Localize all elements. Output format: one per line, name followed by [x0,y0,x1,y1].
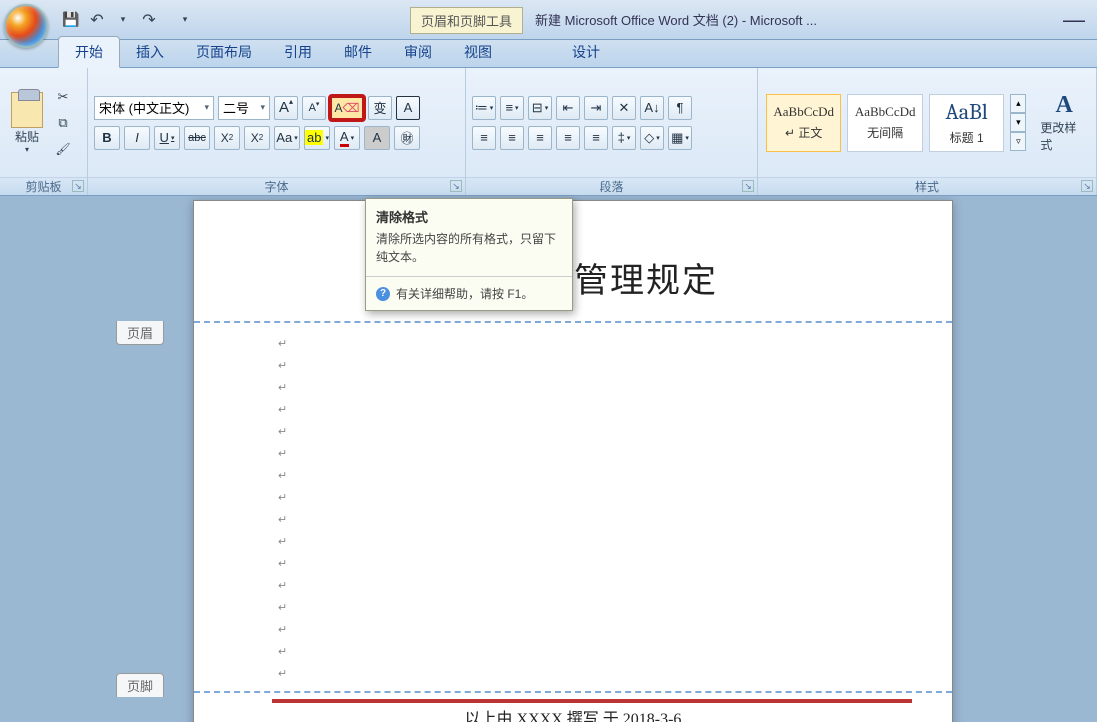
tab-design[interactable]: 设计 [556,37,616,67]
paste-button[interactable]: 粘贴 ▾ [6,89,48,157]
tab-review[interactable]: 审阅 [388,37,448,67]
undo-dropdown[interactable]: ▾ [112,9,134,31]
grow-font-button[interactable]: A▴ [274,96,298,120]
tooltip-clear-formatting: 清除格式 清除所选内容的所有格式，只留下纯文本。 ? 有关详细帮助，请按 F1。 [365,198,573,311]
document-page[interactable]: 管理规定 页眉 ↵↵↵↵↵↵↵↵↵↵↵↵↵↵↵↵ 页脚 以上由 XXXX 撰写 … [193,200,953,722]
quick-access-toolbar: ▾ ▾ [54,9,196,31]
group-clipboard: 粘贴 ▾ 剪贴板 ↘ [0,68,88,195]
show-marks-button[interactable]: ¶ [668,96,692,120]
tab-home[interactable]: 开始 [58,36,120,68]
save-button[interactable] [60,9,82,31]
tooltip-help: ? 有关详细帮助，请按 F1。 [366,276,572,310]
increase-indent-button[interactable]: ⇥ [584,96,608,120]
header-boundary [194,321,952,323]
clear-formatting-icon: A⌫ [335,101,360,115]
format-painter-button[interactable] [52,138,74,160]
styles-scroll-down[interactable]: ▾ [1010,113,1026,132]
character-border-button[interactable]: A [396,96,420,120]
underline-button[interactable]: U▾ [154,126,180,150]
tab-mailings[interactable]: 邮件 [328,37,388,67]
style-heading1[interactable]: AaBl 标题 1 [929,94,1004,152]
sort-button[interactable]: A↓ [640,96,664,120]
shrink-font-button[interactable]: A▾ [302,96,326,120]
clear-formatting-button[interactable]: A⌫ [330,96,364,120]
bold-button[interactable]: B [94,126,120,150]
contextual-tab-header-footer: 页眉和页脚工具 [410,7,523,34]
style-normal[interactable]: AaBbCcDd ↵ 正文 [766,94,841,152]
header-tag: 页眉 [116,321,164,345]
footer-boundary [194,691,952,693]
group-label-font: 字体 ↘ [88,177,465,195]
office-button[interactable] [4,4,48,48]
copy-button[interactable] [52,112,74,134]
paste-icon [11,92,43,128]
redo-button[interactable] [138,9,160,31]
character-shading-button[interactable]: A [364,126,390,150]
paragraph-dialog-launcher[interactable]: ↘ [742,180,754,192]
bullets-button[interactable]: ≔▾ [472,96,496,120]
cut-button[interactable] [52,86,74,108]
ribbon: 粘贴 ▾ 剪贴板 ↘ 宋体 (中文正文)▾ 二号▾ [0,68,1097,196]
document-heading: 管理规定 [574,253,718,302]
font-size-combo[interactable]: 二号▾ [218,96,270,120]
group-label-styles: 样式 ↘ [758,177,1096,195]
help-icon: ? [376,287,390,301]
tab-insert[interactable]: 插入 [120,37,180,67]
ribbon-tabs: 开始 插入 页面布局 引用 邮件 审阅 视图 设计 [0,40,1097,68]
numbering-button[interactable]: ≡▾ [500,96,524,120]
font-color-button[interactable]: A▾ [334,126,360,150]
line-spacing-button[interactable]: ‡▾ [612,126,636,150]
distributed-button[interactable]: ≡ [584,126,608,150]
superscript-button[interactable]: X2 [244,126,270,150]
group-label-clipboard: 剪贴板 ↘ [0,177,87,195]
styles-dialog-launcher[interactable]: ↘ [1081,180,1093,192]
phonetic-guide-button[interactable]: 变 [368,96,392,120]
align-center-button[interactable]: ≡ [500,126,524,150]
font-dialog-launcher[interactable]: ↘ [450,180,462,192]
document-title: 新建 Microsoft Office Word 文档 (2) - Micros… [535,10,837,29]
enclose-characters-button[interactable]: ㊖ [394,126,420,150]
clipboard-dialog-launcher[interactable]: ↘ [72,180,84,192]
align-left-button[interactable]: ≡ [472,126,496,150]
paste-label: 粘贴 [15,128,39,145]
styles-scroll-up[interactable]: ▴ [1010,94,1026,113]
highlight-button[interactable]: ab▾ [304,126,330,150]
font-name-combo[interactable]: 宋体 (中文正文)▾ [94,96,214,120]
footer-rule [272,699,912,703]
qat-customize[interactable]: ▾ [174,9,196,31]
strikethrough-button[interactable]: abc [184,126,210,150]
paragraph-marks: ↵↵↵↵↵↵↵↵↵↵↵↵↵↵↵↵ [278,333,287,685]
borders-button[interactable]: ▦▾ [668,126,692,150]
change-styles-button[interactable]: A 更改样式 [1040,92,1088,153]
subscript-button[interactable]: X2 [214,126,240,150]
footer-tag: 页脚 [116,673,164,697]
group-paragraph: ≔▾ ≡▾ ⊟▾ ⇤ ⇥ ✕ A↓ ¶ ≡ ≡ ≡ ≡ ≡ ‡▾ ◇▾ [466,68,758,195]
multilevel-list-button[interactable]: ⊟▾ [528,96,552,120]
footer-text: 以上由 XXXX 撰写 于 2018-3-6 [194,705,952,722]
align-right-button[interactable]: ≡ [528,126,552,150]
group-label-paragraph: 段落 ↘ [466,177,757,195]
tab-page-layout[interactable]: 页面布局 [180,37,268,67]
tab-view[interactable]: 视图 [448,37,508,67]
styles-gallery-expand[interactable]: ▿ [1010,132,1026,151]
undo-button[interactable] [86,9,108,31]
italic-button[interactable]: I [124,126,150,150]
justify-button[interactable]: ≡ [556,126,580,150]
tooltip-title: 清除格式 [366,199,572,230]
tooltip-body: 清除所选内容的所有格式，只留下纯文本。 [366,230,572,276]
change-styles-icon: A [1056,92,1073,119]
style-no-spacing[interactable]: AaBbCcDd 无间隔 [847,94,922,152]
title-bar: ▾ ▾ 页眉和页脚工具 新建 Microsoft Office Word 文档 … [0,0,1097,40]
group-styles: AaBbCcDd ↵ 正文 AaBbCcDd 无间隔 AaBl 标题 1 ▴ ▾… [758,68,1097,195]
styles-gallery-scroll: ▴ ▾ ▿ [1010,94,1026,151]
shading-button[interactable]: ◇▾ [640,126,664,150]
minimize-button[interactable]: — [1051,7,1097,33]
change-case-button[interactable]: Aa▾ [274,126,300,150]
ltr-button[interactable]: ✕ [612,96,636,120]
group-font: 宋体 (中文正文)▾ 二号▾ A▴ A▾ A⌫ 变 A B I U [88,68,466,195]
tab-references[interactable]: 引用 [268,37,328,67]
decrease-indent-button[interactable]: ⇤ [556,96,580,120]
